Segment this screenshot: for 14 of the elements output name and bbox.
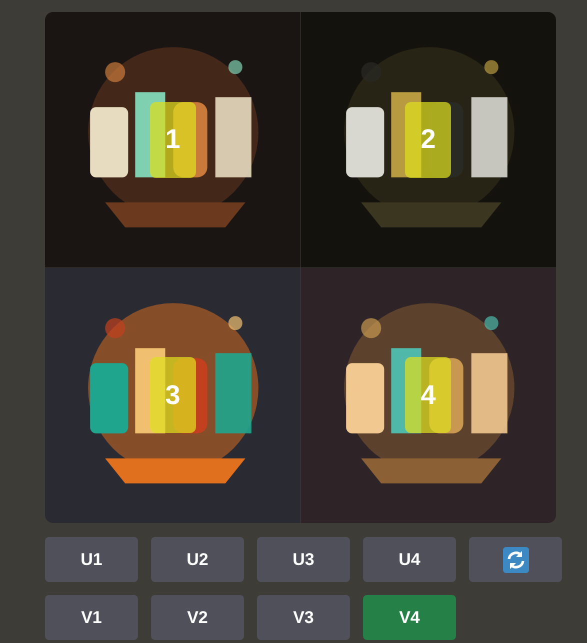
variant-button[interactable]: V3 [257,595,350,640]
variant-button[interactable]: U4 [363,537,456,582]
number-badge: 3 [150,357,196,434]
reroll-button[interactable] [469,537,562,582]
refresh-icon [502,546,528,572]
number-badge: 4 [405,357,452,434]
variant-button[interactable]: U3 [257,537,350,582]
variant-button[interactable]: U2 [151,537,244,582]
number-badge: 1 [150,102,196,178]
variant-button[interactable]: U1 [45,537,138,582]
number-badge: 2 [405,102,452,178]
variant-button[interactable]: V1 [45,595,138,640]
variant-button[interactable]: V2 [151,595,244,640]
variant-button[interactable]: V4 [363,595,456,640]
